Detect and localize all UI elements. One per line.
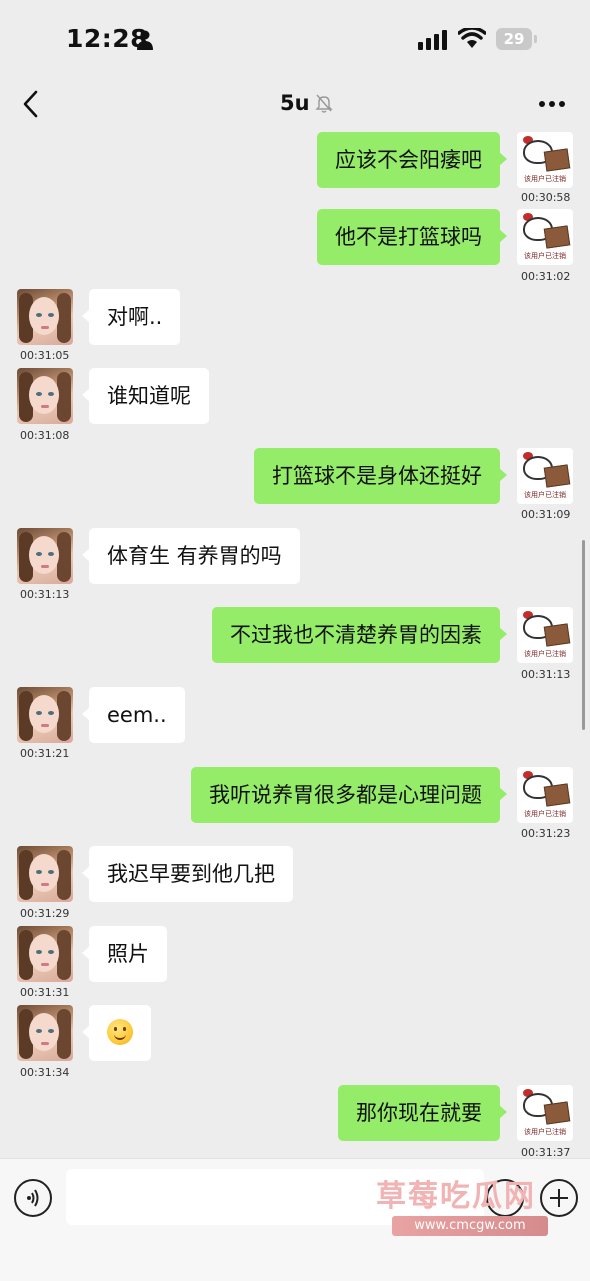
message-timestamp: 00:31:08 (20, 429, 70, 442)
incoming-message[interactable]: 我迟早要到他几把 (82, 846, 293, 902)
avatar-caption: 该用户已注销 (524, 252, 566, 260)
avatar-caption: 该用户已注销 (524, 810, 566, 818)
message-timestamp: 00:31:09 (521, 508, 571, 521)
mute-bell-icon (314, 94, 333, 113)
contact-avatar[interactable] (17, 289, 73, 345)
outgoing-message[interactable]: 应该不会阳痿吧 (317, 132, 507, 188)
message-timestamp: 00:31:23 (521, 827, 571, 840)
voice-icon[interactable] (14, 1179, 52, 1217)
battery-level: 29 (503, 30, 525, 48)
avatar-caption: 该用户已注销 (524, 491, 566, 499)
status-bar: 12:28 29 (0, 0, 590, 80)
chat-header: 5u (0, 80, 590, 130)
my-avatar[interactable]: 该用户已注销 (517, 209, 573, 265)
contact-avatar[interactable] (17, 528, 73, 584)
outgoing-message[interactable]: 他不是打篮球吗 (317, 209, 507, 265)
battery-cap (534, 35, 537, 43)
incoming-message[interactable]: 照片 (82, 926, 167, 982)
incoming-message[interactable]: 体育生 有养胃的吗 (82, 528, 300, 584)
message-timestamp: 00:31:31 (20, 986, 70, 999)
message-timestamp: 00:31:21 (20, 747, 70, 760)
avatar-caption: 该用户已注销 (524, 175, 566, 183)
outgoing-message[interactable]: 那你现在就要 (338, 1085, 507, 1141)
message-timestamp: 00:31:05 (20, 349, 70, 362)
incoming-emoji-message[interactable] (82, 1005, 151, 1061)
plus-icon[interactable] (540, 1179, 578, 1217)
incoming-message[interactable]: 谁知道呢 (82, 368, 209, 424)
message-timestamp: 00:31:13 (20, 588, 70, 601)
chat-title: 5u (280, 91, 310, 115)
my-avatar[interactable]: 该用户已注销 (517, 448, 573, 504)
contact-avatar[interactable] (17, 687, 73, 743)
battery-indicator: 29 (496, 28, 532, 50)
message-timestamp: 00:31:02 (521, 270, 571, 283)
contact-avatar[interactable] (17, 368, 73, 424)
wifi-icon (458, 28, 486, 48)
message-timestamp: 00:30:58 (521, 191, 571, 204)
message-timestamp: 00:31:34 (20, 1066, 70, 1079)
message-timestamp: 00:31:13 (521, 668, 571, 681)
chat-scrollbar[interactable] (582, 540, 585, 730)
more-icon[interactable] (538, 100, 566, 108)
outgoing-message[interactable]: 我听说养胃很多都是心理问题 (191, 767, 507, 823)
incoming-message[interactable]: eem.. (82, 687, 185, 743)
smile-emoji-icon (107, 1019, 133, 1045)
signal-icon (418, 30, 447, 50)
outgoing-message[interactable]: 打篮球不是身体还挺好 (254, 448, 507, 504)
watermark-url: www.cmcgw.com (392, 1216, 548, 1236)
person-icon (137, 30, 153, 50)
avatar-caption: 该用户已注销 (524, 650, 566, 658)
my-avatar[interactable]: 该用户已注销 (517, 1085, 573, 1141)
avatar-caption: 该用户已注销 (524, 1128, 566, 1136)
contact-avatar[interactable] (17, 1005, 73, 1061)
outgoing-message[interactable]: 不过我也不清楚养胃的因素 (212, 607, 507, 663)
chat-history[interactable]: 应该不会阳痿吧 该用户已注销 00:30:58 他不是打篮球吗 该用户已注销 0… (0, 130, 590, 1158)
incoming-message[interactable]: 对啊.. (81, 289, 181, 345)
watermark-text: 草莓吃瓜网 (376, 1179, 536, 1214)
my-avatar[interactable]: 该用户已注销 (517, 767, 573, 823)
message-timestamp: 00:31:37 (521, 1146, 571, 1158)
my-avatar[interactable]: 该用户已注销 (517, 607, 573, 663)
contact-avatar[interactable] (17, 926, 73, 982)
chat-title-group: 5u (280, 91, 334, 115)
my-avatar[interactable]: 该用户已注销 (517, 132, 573, 188)
message-timestamp: 00:31:29 (20, 907, 70, 920)
contact-avatar[interactable] (17, 846, 73, 902)
back-icon[interactable] (20, 90, 42, 118)
input-bar: 草莓吃瓜网 www.cmcgw.com (0, 1158, 590, 1281)
